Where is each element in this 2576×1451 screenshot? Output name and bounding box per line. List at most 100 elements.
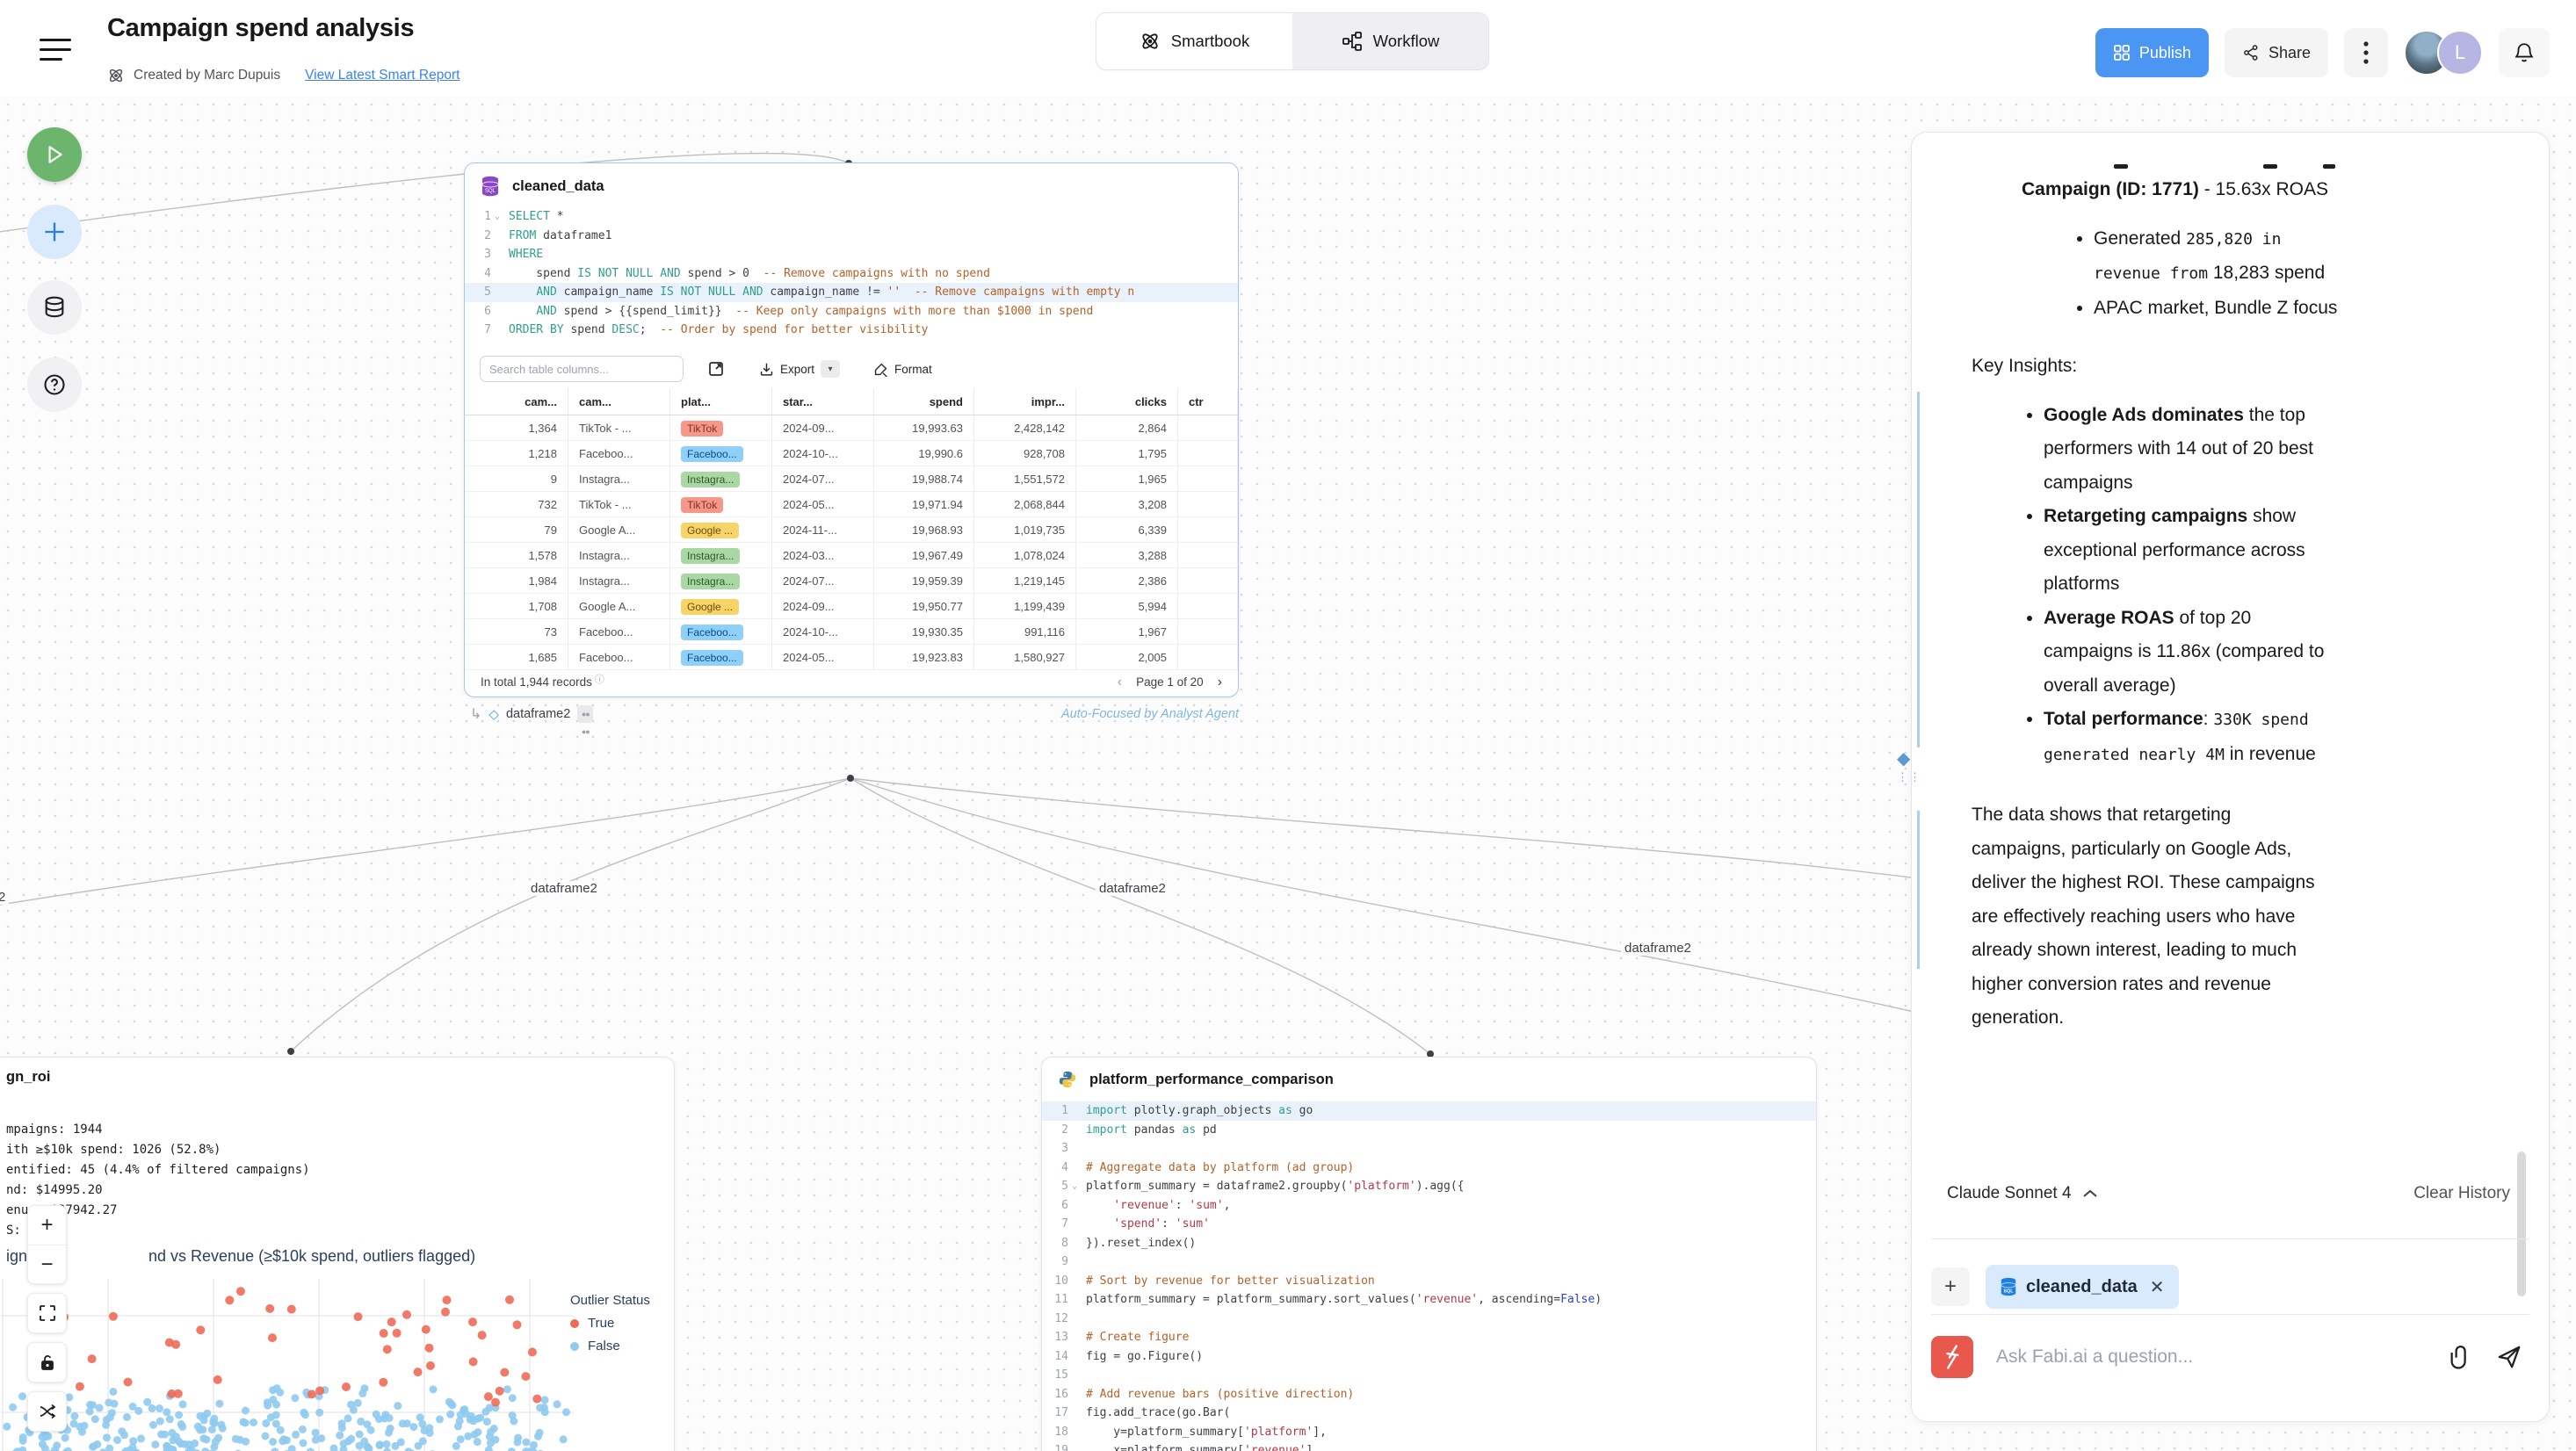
column-header[interactable]: spend — [874, 388, 974, 415]
code-line[interactable]: 19 x=platform_summary['revenue'], — [1042, 1441, 1816, 1451]
clear-history-button[interactable]: Clear History — [2413, 1184, 2510, 1203]
table-row[interactable]: 1,685Faceboo...Faceboo...2024-05...19,92… — [465, 645, 1238, 670]
code-line[interactable]: 12 — [1042, 1310, 1816, 1329]
code-line[interactable]: 2import pandas as pd — [1042, 1121, 1816, 1140]
ask-question-input[interactable]: Ask Fabi.ai a question... — [1996, 1346, 2424, 1368]
code-line[interactable]: 11platform_summary = platform_summary.so… — [1042, 1290, 1816, 1310]
code-line[interactable]: 17fig.add_trace(go.Bar( — [1042, 1404, 1816, 1423]
more-options-button[interactable] — [2344, 28, 2388, 77]
prev-page-button[interactable]: ‹ — [1118, 675, 1122, 690]
result-table[interactable]: cam...cam...plat...star...spendimpr...cl… — [465, 388, 1238, 670]
code-line[interactable]: 14fig = go.Figure() — [1042, 1347, 1816, 1367]
table-row[interactable]: 1,984Instagra...Instagra...2024-07...19,… — [465, 568, 1238, 594]
table-cell — [1178, 645, 1238, 669]
drag-handle-icon[interactable]: ⋮⋮ — [1897, 770, 1921, 783]
table-row[interactable]: 9Instagra...Instagra...2024-07...19,988.… — [465, 466, 1238, 492]
code-line[interactable]: 3 — [1042, 1139, 1816, 1159]
tab-workflow[interactable]: Workflow — [1292, 13, 1488, 69]
drag-handle-icon[interactable]: ●●●● — [577, 705, 593, 723]
python-code-editor[interactable]: 1import plotly.graph_objects as go2impor… — [1042, 1101, 1816, 1451]
code-line[interactable]: 1⌄SELECT * — [465, 207, 1238, 227]
scatter-plot[interactable] — [1, 1279, 574, 1451]
add-context-button[interactable]: + — [1931, 1267, 1970, 1306]
sql-code-editor[interactable]: 1⌄SELECT *2FROM dataframe13WHERE4 spend … — [465, 207, 1238, 340]
scatter-point-false — [457, 1435, 465, 1443]
code-line[interactable]: 13# Create figure — [1042, 1328, 1816, 1347]
format-button[interactable]: Format — [873, 362, 932, 377]
cell-platform-performance-comparison[interactable]: platform_performance_comparison 1import … — [1041, 1057, 1817, 1451]
divider — [1931, 1314, 2529, 1315]
code-line[interactable]: 4# Aggregate data by platform (ad group) — [1042, 1159, 1816, 1178]
unlock-icon — [39, 1354, 56, 1371]
code-line[interactable]: 10# Sort by revenue for better visualiza… — [1042, 1272, 1816, 1291]
add-cell-button[interactable] — [27, 205, 82, 259]
legend-item-true[interactable]: True — [570, 1316, 650, 1331]
code-line[interactable]: 1import plotly.graph_objects as go — [1042, 1101, 1816, 1121]
notifications-button[interactable] — [2499, 28, 2550, 77]
column-header[interactable]: ctr — [1178, 388, 1238, 415]
table-row[interactable]: 79Google A...Google ...2024-11-...19,968… — [465, 517, 1238, 543]
avatar-l[interactable]: L — [2437, 30, 2483, 76]
legend-item-false[interactable]: False — [570, 1339, 650, 1354]
send-icon[interactable] — [2496, 1344, 2522, 1370]
data-sources-button[interactable] — [27, 280, 82, 335]
table-cell: 2024-07... — [772, 466, 874, 491]
context-chip-cleaned-data[interactable]: SQL cleaned_data ✕ — [1986, 1265, 2179, 1309]
table-row[interactable]: 732TikTok - ...TikTok2024-05...19,971.94… — [465, 492, 1238, 517]
output-dataframe-tag[interactable]: ↳ ◇ dataframe2 ●●●● — [470, 705, 593, 723]
info-icon[interactable]: ⓘ — [595, 672, 604, 686]
attach-paperclip-icon[interactable] — [2447, 1344, 2473, 1370]
column-header[interactable]: plat... — [670, 388, 772, 415]
column-header[interactable]: impr... — [974, 388, 1076, 415]
next-page-button[interactable]: › — [1218, 675, 1222, 690]
code-line[interactable]: 7 'spend': 'sum' — [1042, 1215, 1816, 1234]
view-smart-report-link[interactable]: View Latest Smart Report — [305, 68, 459, 83]
column-header[interactable]: star... — [772, 388, 874, 415]
code-line[interactable]: 5⌄platform_summary = dataframe2.groupby(… — [1042, 1177, 1816, 1196]
code-line[interactable]: 8}).reset_index() — [1042, 1234, 1816, 1253]
zoom-out-button[interactable]: − — [28, 1245, 66, 1283]
export-chevron[interactable]: ▾ — [821, 360, 840, 378]
table-cell: Instagra... — [670, 466, 772, 491]
column-header[interactable]: cam... — [568, 388, 670, 415]
code-line[interactable]: 4 spend IS NOT NULL AND spend > 0 -- Rem… — [465, 264, 1238, 284]
table-row[interactable]: 73Faceboo...Faceboo...2024-10-...19,930.… — [465, 619, 1238, 645]
code-line[interactable]: 16# Add revenue bars (positive direction… — [1042, 1385, 1816, 1404]
code-line[interactable]: 7ORDER BY spend DESC; -- Order by spend … — [465, 321, 1238, 340]
cell-cleaned-data[interactable]: SQL cleaned_data 1⌄SELECT *2FROM datafra… — [464, 162, 1239, 697]
table-row[interactable]: 1,218Faceboo...Faceboo...2024-10-...19,9… — [465, 441, 1238, 466]
fit-view-button[interactable] — [28, 1294, 66, 1332]
export-button[interactable]: Export ▾ — [759, 360, 840, 378]
code-line[interactable]: 6 AND spend > {{spend_limit}} -- Keep on… — [465, 302, 1238, 321]
zoom-in-button[interactable]: + — [28, 1206, 66, 1245]
run-workflow-button[interactable] — [27, 127, 82, 182]
code-line[interactable]: 3WHERE — [465, 245, 1238, 264]
publish-button[interactable]: Publish — [2095, 28, 2209, 77]
expand-table-button[interactable] — [708, 361, 724, 377]
smartbook-atom-icon — [1140, 31, 1161, 52]
code-line[interactable]: 15 — [1042, 1366, 1816, 1385]
menu-icon[interactable] — [40, 39, 71, 65]
code-line[interactable]: 2FROM dataframe1 — [465, 227, 1238, 246]
table-row[interactable]: 1,578Instagra...Instagra...2024-03...19,… — [465, 543, 1238, 568]
table-cell: 991,116 — [974, 619, 1076, 644]
table-row[interactable]: 1,364TikTok - ...TikTok2024-09...19,993.… — [465, 415, 1238, 441]
code-line[interactable]: 6 'revenue': 'sum', — [1042, 1196, 1816, 1216]
share-button[interactable]: Share — [2225, 28, 2328, 77]
column-header[interactable]: clicks — [1076, 388, 1178, 415]
search-table-columns-input[interactable]: Search table columns... — [480, 356, 684, 382]
code-line[interactable]: 18 y=platform_summary['platform'], — [1042, 1423, 1816, 1442]
code-line[interactable]: 9 — [1042, 1252, 1816, 1272]
shuffle-layout-button[interactable] — [28, 1392, 66, 1431]
cell-campaign-roi[interactable]: gn_roi mpaigns: 1944ith ≥$10k spend: 102… — [0, 1057, 675, 1451]
link-diamond-icon[interactable]: ◆ — [1897, 749, 1910, 769]
lock-view-button[interactable] — [28, 1343, 66, 1382]
chevron-up-icon[interactable] — [2082, 1188, 2098, 1199]
model-selector[interactable]: Claude Sonnet 4 — [1947, 1184, 2072, 1203]
code-line[interactable]: 5 AND campaign_name IS NOT NULL AND camp… — [465, 283, 1238, 302]
tab-smartbook[interactable]: Smartbook — [1096, 13, 1292, 69]
remove-context-icon[interactable]: ✕ — [2150, 1276, 2165, 1298]
table-row[interactable]: 1,708Google A...Google ...2024-09...19,9… — [465, 594, 1238, 619]
column-header[interactable]: cam... — [465, 388, 568, 415]
help-button[interactable] — [27, 357, 82, 412]
